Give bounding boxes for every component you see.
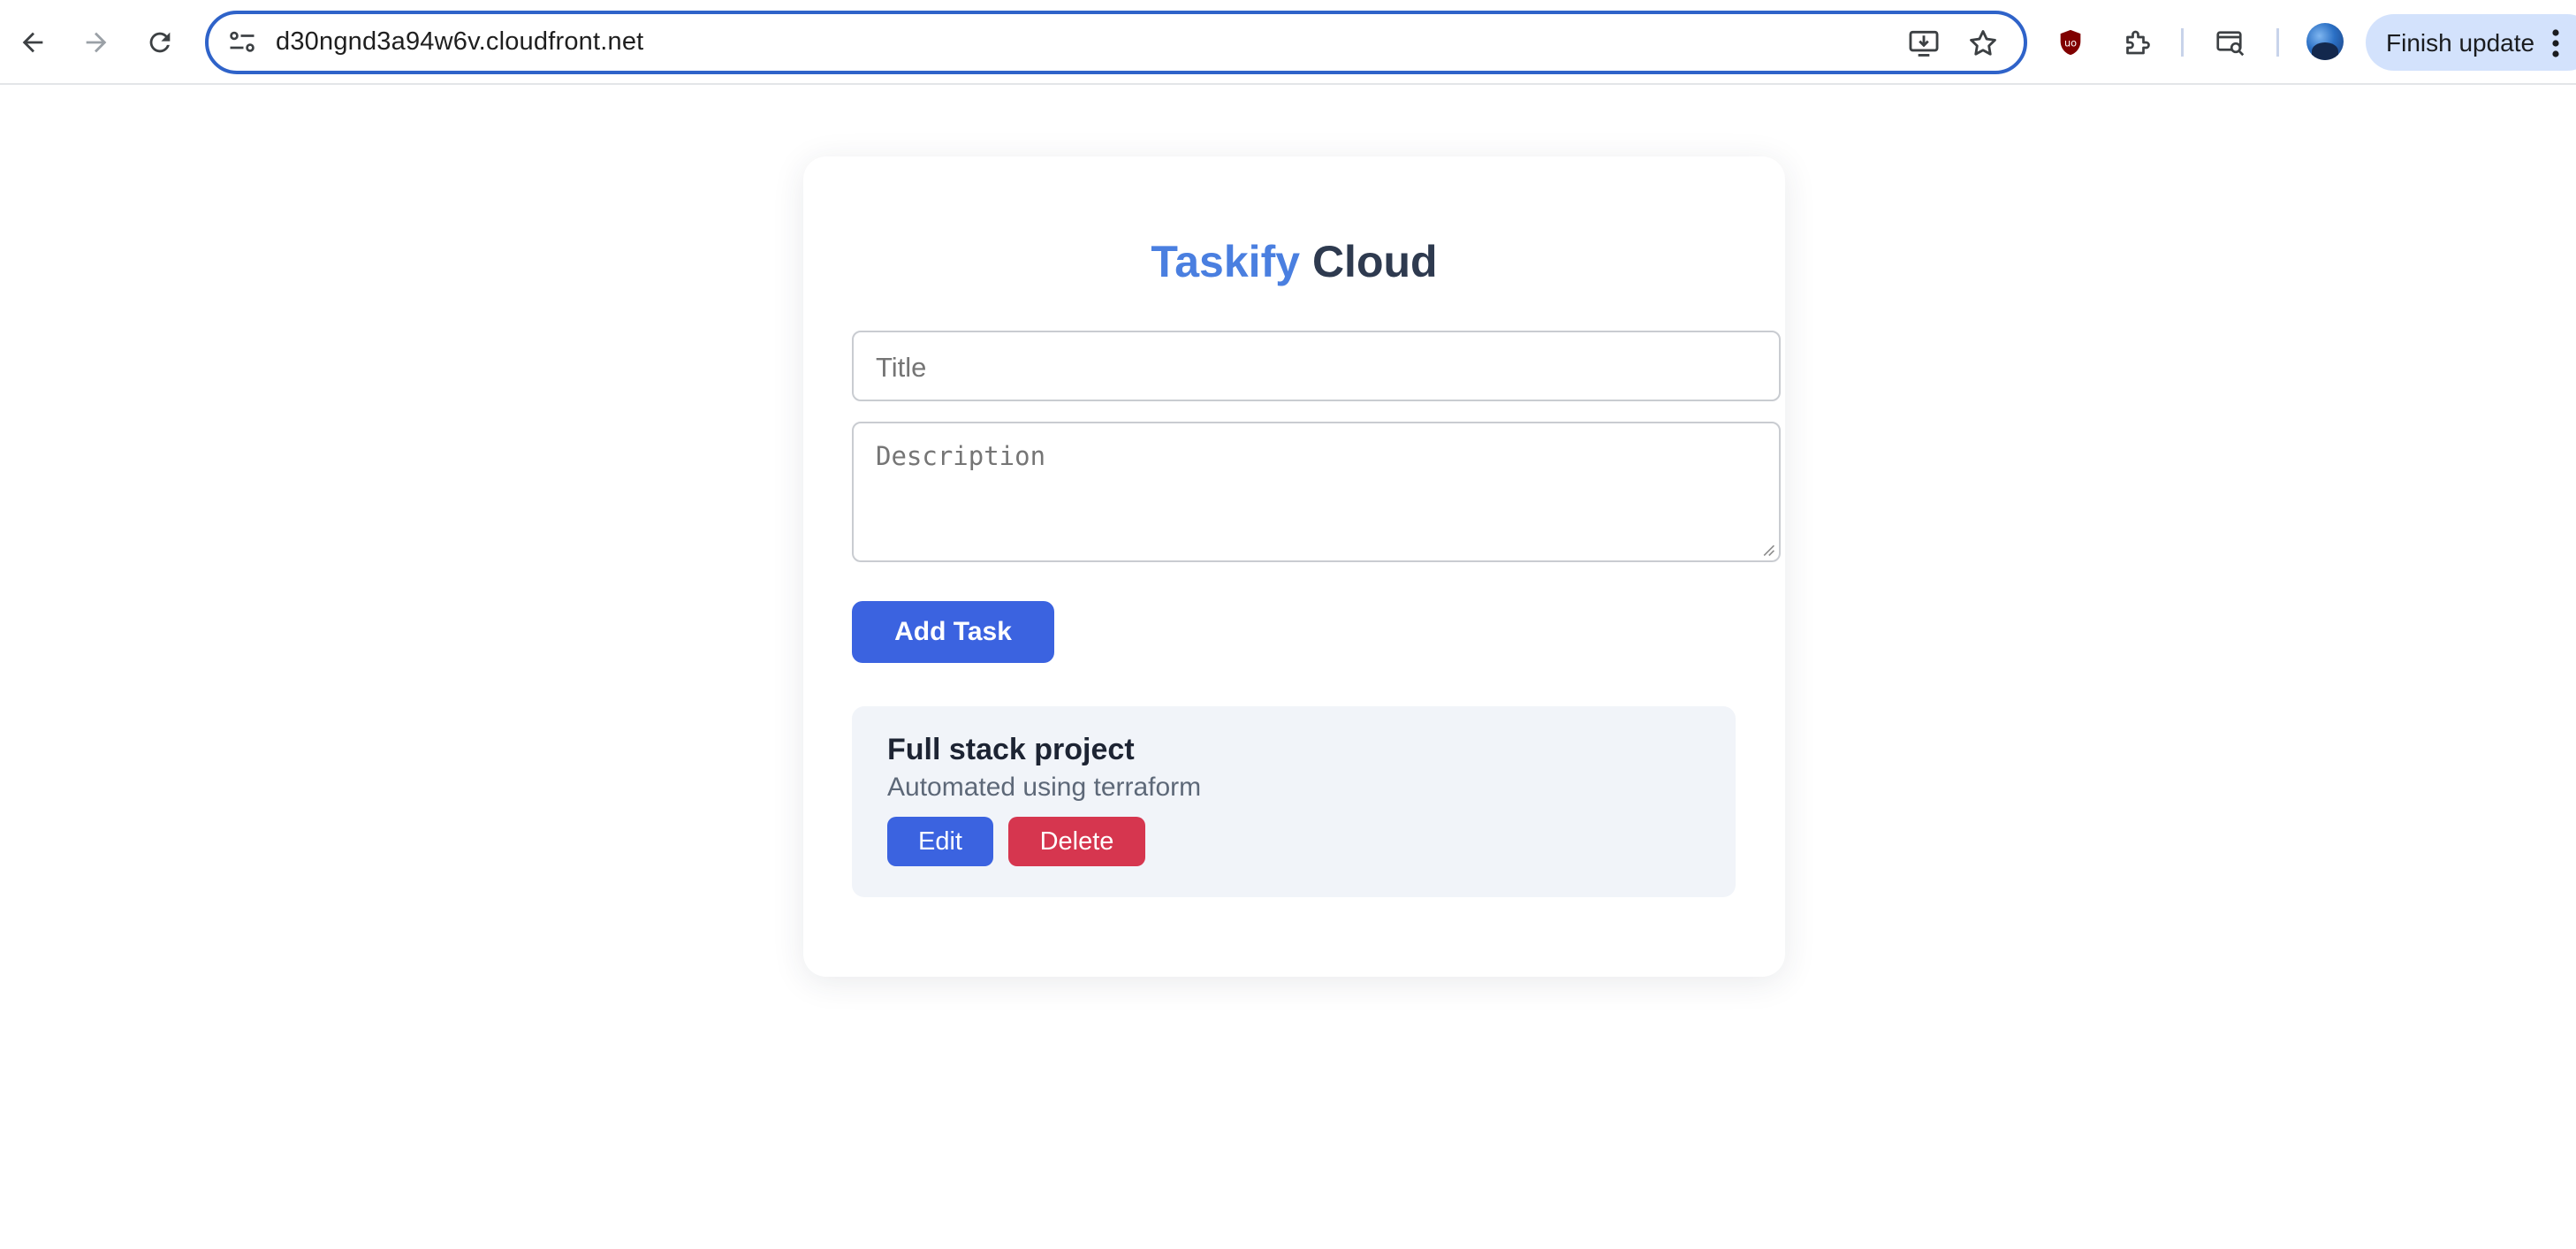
edit-button[interactable]: Edit	[887, 817, 993, 866]
browser-toolbar: d30ngnd3a94w6v.cloudfront.net uo Finish …	[0, 0, 2576, 85]
back-arrow-icon[interactable]	[10, 19, 56, 65]
toolbar-divider	[2276, 28, 2279, 57]
app-title-rest: Cloud	[1311, 237, 1438, 286]
ublock-shield-icon[interactable]: uo	[2051, 23, 2090, 62]
resize-handle-icon[interactable]	[1761, 543, 1775, 557]
extensions-puzzle-icon[interactable]	[2117, 23, 2156, 62]
description-placeholder: Description	[876, 441, 1046, 471]
reload-icon[interactable]	[137, 19, 183, 65]
delete-button[interactable]: Delete	[1008, 817, 1145, 866]
bookmark-star-icon[interactable]	[1966, 27, 2000, 60]
address-bar[interactable]: d30ngnd3a94w6v.cloudfront.net	[205, 11, 2027, 74]
forward-arrow-icon[interactable]	[73, 19, 119, 65]
profile-avatar[interactable]	[2306, 23, 2344, 60]
task-description: Automated using terraform	[887, 773, 1202, 802]
site-info-icon[interactable]	[226, 27, 258, 58]
svg-text:uo: uo	[2064, 36, 2077, 49]
title-placeholder: Title	[876, 352, 927, 383]
task-title: Full stack project	[887, 733, 1135, 766]
kebab-menu-icon[interactable]	[2549, 27, 2563, 59]
tab-search-icon[interactable]	[2211, 23, 2250, 62]
title-input[interactable]: Title	[852, 331, 1781, 401]
task-card: Taskify Cloud Title Description Add Task…	[803, 156, 1785, 977]
app-title-accent: Taskify	[1151, 237, 1301, 286]
finish-update-button[interactable]: Finish update	[2366, 14, 2576, 71]
install-app-icon[interactable]	[1907, 27, 1941, 60]
toolbar-divider	[2181, 28, 2184, 57]
finish-update-label: Finish update	[2386, 29, 2535, 57]
url-text[interactable]: d30ngnd3a94w6v.cloudfront.net	[276, 27, 643, 57]
add-task-button[interactable]: Add Task	[852, 601, 1054, 663]
task-item: Full stack project Automated using terra…	[852, 706, 1736, 897]
app-title: Taskify Cloud	[803, 236, 1785, 287]
description-textarea[interactable]: Description	[852, 422, 1781, 562]
